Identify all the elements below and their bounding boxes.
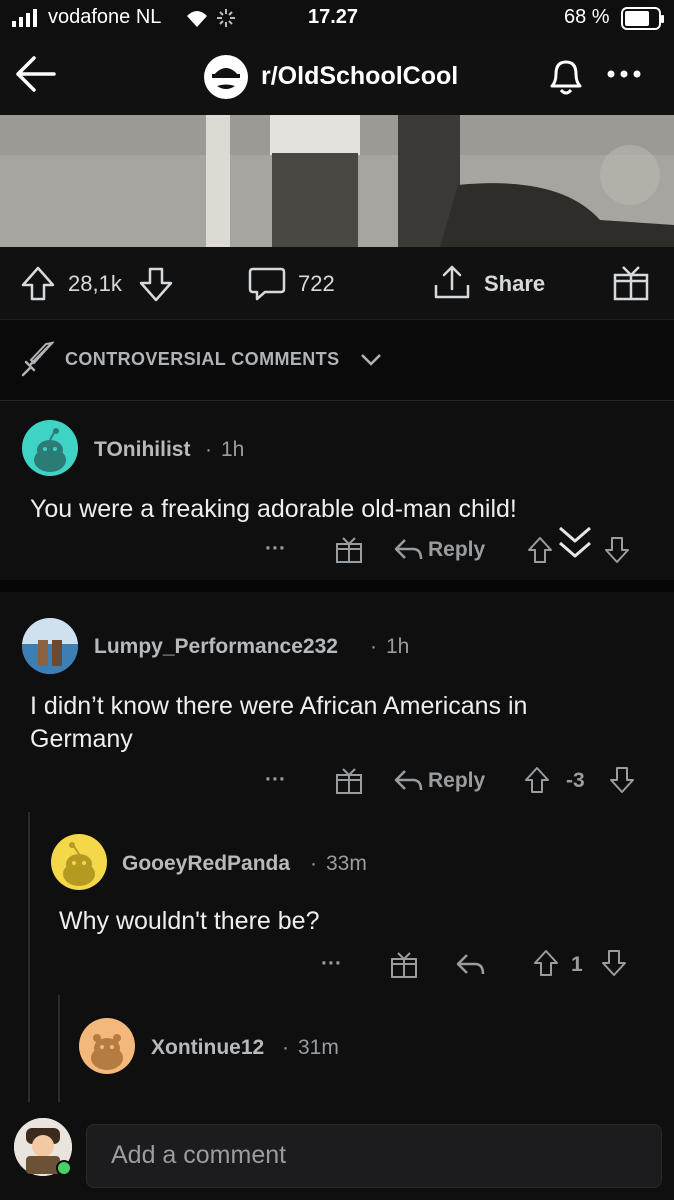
sort-label[interactable]: CONTROVERSIAL COMMENTS	[65, 349, 339, 370]
photo-content	[0, 115, 674, 247]
comment-more-button[interactable]: ···	[265, 537, 286, 561]
more-icon[interactable]	[606, 68, 642, 80]
comment-input-placeholder: Add a comment	[111, 1141, 287, 1169]
subreddit-avatar-icon[interactable]	[203, 54, 249, 100]
comment-body-line: I didn’t know there were African America…	[30, 692, 528, 720]
award-gift-icon[interactable]	[389, 950, 419, 980]
user-avatar-icon	[14, 1118, 72, 1176]
comment-time: 31m	[298, 1036, 339, 1059]
bell-icon[interactable]	[544, 54, 588, 98]
avatar[interactable]	[51, 834, 107, 890]
comment-count[interactable]: 722	[298, 271, 335, 297]
chevron-down-icon[interactable]	[359, 351, 383, 367]
post-action-bar: 28,1k 722 Share	[0, 247, 674, 319]
collapse-thread-icon[interactable]	[556, 524, 594, 564]
comment-dot: ·	[310, 852, 317, 875]
comment-username[interactable]: Xontinue12	[151, 1036, 264, 1060]
battery-percent: 68 %	[564, 6, 610, 28]
comment-time: 33m	[326, 852, 367, 875]
downvote-icon[interactable]	[608, 765, 636, 795]
sword-icon	[21, 341, 55, 377]
reply-arrow-icon[interactable]	[455, 952, 485, 978]
loading-spinner-icon	[217, 9, 235, 27]
comment-icon[interactable]	[247, 265, 287, 303]
cellular-signal-icon	[12, 9, 37, 27]
comment-divider	[0, 580, 674, 592]
comment-item: Lumpy_Performance232 · 1h I didn’t know …	[0, 592, 674, 812]
snoo-avatar-icon	[34, 428, 66, 472]
comment-sort-bar[interactable]: CONTROVERSIAL COMMENTS	[0, 319, 674, 401]
comment-dot: ·	[282, 1036, 289, 1059]
award-gift-icon[interactable]	[334, 766, 364, 796]
carrier-name: vodafone NL	[48, 6, 162, 28]
reply-button[interactable]: Reply	[428, 769, 485, 793]
comment-body: You were a freaking adorable old-man chi…	[30, 495, 517, 523]
post-image[interactable]	[0, 115, 674, 247]
reply-arrow-icon[interactable]	[393, 768, 423, 794]
downvote-icon[interactable]	[600, 948, 628, 978]
subreddit-name[interactable]: r/OldSchoolCool	[261, 62, 458, 91]
comment-more-button[interactable]: ···	[321, 952, 342, 976]
comment-item: Xontinue12 · 31m	[0, 1002, 674, 1102]
comment-score: -3	[566, 769, 585, 792]
share-icon[interactable]	[432, 263, 472, 303]
upvote-icon[interactable]	[523, 765, 551, 795]
comment-body-line: Germany	[30, 725, 133, 753]
wifi-icon	[187, 11, 207, 27]
comment-username[interactable]: GooeyRedPanda	[122, 852, 290, 876]
downvote-icon[interactable]	[603, 535, 631, 565]
vote-count: 28,1k	[68, 271, 122, 296]
comment-dot: ·	[205, 438, 212, 461]
comment-item: TOnihilist · 1h You were a freaking ador…	[0, 400, 674, 580]
snoo-avatar-icon	[91, 1034, 123, 1070]
comment-input[interactable]: Add a comment	[86, 1124, 662, 1188]
avatar[interactable]	[22, 420, 78, 476]
upvote-icon[interactable]	[20, 265, 56, 303]
avatar[interactable]	[22, 618, 78, 674]
upvote-icon[interactable]	[526, 535, 554, 565]
comment-score: 1	[571, 953, 583, 976]
comment-body: I didn’t know there were African America…	[30, 690, 650, 756]
status-bar: vodafone NL 17.27 68 %	[0, 0, 674, 40]
share-button[interactable]: Share	[484, 271, 545, 297]
user-photo-avatar-icon	[22, 618, 78, 674]
comment-username[interactable]: TOnihilist	[94, 438, 190, 462]
avatar[interactable]	[14, 1118, 72, 1176]
downvote-icon[interactable]	[138, 265, 174, 303]
comment-item: GooeyRedPanda · 33m Why wouldn't there b…	[0, 812, 674, 1002]
comment-dot: ·	[370, 635, 377, 658]
award-gift-icon[interactable]	[334, 535, 364, 565]
award-gift-icon[interactable]	[611, 263, 651, 303]
battery-icon	[621, 7, 664, 30]
reply-arrow-icon[interactable]	[393, 537, 423, 563]
reply-button[interactable]: Reply	[428, 538, 485, 562]
comment-more-button[interactable]: ···	[265, 768, 286, 792]
comment-time: 1h	[386, 635, 410, 658]
clock: 17.27	[308, 6, 359, 28]
comment-time: 1h	[221, 438, 245, 461]
comment-body: Why wouldn't there be?	[59, 907, 320, 935]
comment-username[interactable]: Lumpy_Performance232	[94, 635, 338, 659]
top-navigation-bar: r/OldSchoolCool	[0, 40, 674, 115]
upvote-icon[interactable]	[532, 948, 560, 978]
back-arrow-icon[interactable]	[12, 54, 58, 94]
snoo-avatar-icon	[63, 842, 95, 886]
avatar[interactable]	[79, 1018, 135, 1074]
